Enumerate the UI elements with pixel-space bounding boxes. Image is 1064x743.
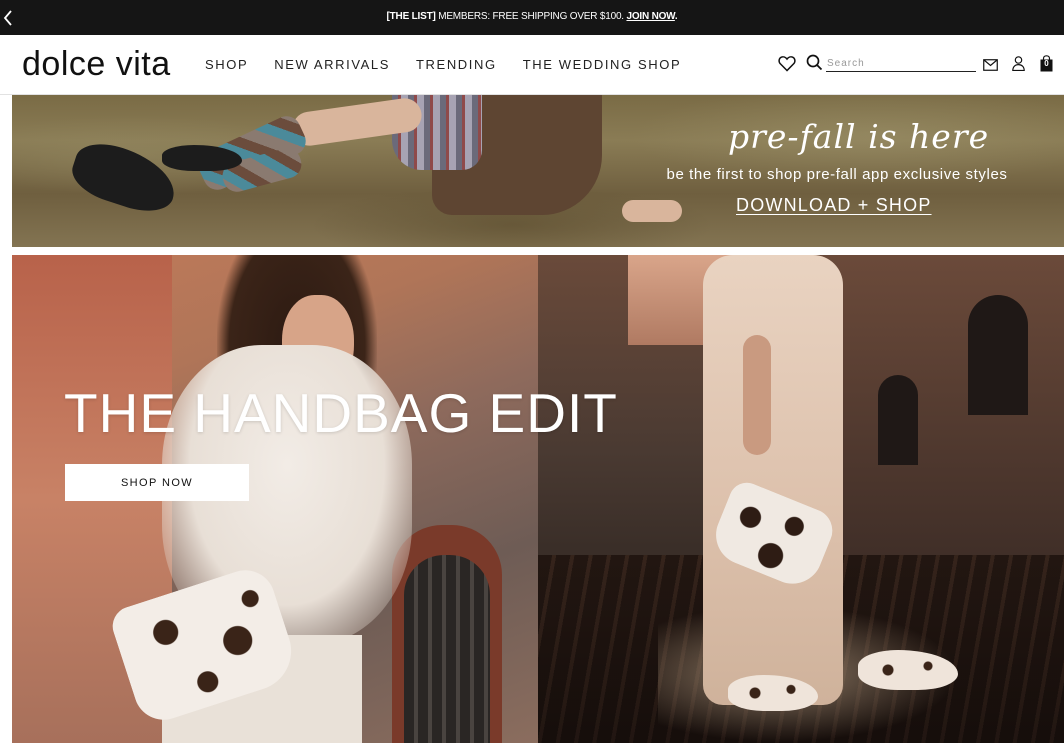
nav-item-new-arrivals[interactable]: NEW ARRIVALS: [274, 57, 390, 72]
announcement-lead: [THE LIST]: [386, 11, 436, 22]
prefall-title: pre-fall is here: [728, 117, 990, 156]
bag-count: 0: [1044, 59, 1049, 68]
nav-item-trending[interactable]: TRENDING: [416, 57, 497, 72]
join-now-link[interactable]: JOIN NOW: [626, 11, 675, 22]
download-shop-link[interactable]: DOWNLOAD + SHOP: [736, 195, 932, 216]
search-icon[interactable]: [806, 54, 823, 76]
nav-item-wedding-shop[interactable]: THE WEDDING SHOP: [523, 57, 682, 72]
announcement-tail: .: [674, 11, 678, 22]
user-icon[interactable]: [1012, 56, 1025, 76]
lace-dress-shape: [703, 255, 843, 705]
announcement-text: MEMBERS: FREE SHIPPING OVER $100.: [435, 11, 627, 22]
nav-item-shop[interactable]: SHOP: [205, 57, 248, 72]
announcement-bar: [THE LIST] MEMBERS: FREE SHIPPING OVER $…: [0, 0, 1064, 35]
building-shape: [838, 255, 1064, 585]
handbag-edit-title: THE HANDBAG EDIT: [64, 382, 618, 444]
announcement-message: [THE LIST] MEMBERS: FREE SHIPPING OVER $…: [0, 11, 1064, 22]
window-shape: [878, 375, 918, 465]
shopping-bag-icon[interactable]: 0: [1040, 55, 1053, 77]
handbag-photo-right: [538, 255, 1064, 743]
door-gate-shape: [404, 555, 490, 743]
prefall-subtitle: be the first to shop pre-fall app exclus…: [666, 166, 1008, 183]
mail-icon[interactable]: [983, 58, 998, 76]
site-header: dolce vita SHOP NEW ARRIVALS TRENDING TH…: [0, 35, 1064, 95]
window-shape: [968, 295, 1028, 415]
handbag-banner[interactable]: THE HANDBAG EDIT SHOP NOW: [12, 255, 1064, 743]
shop-now-button[interactable]: SHOP NOW: [65, 464, 249, 501]
search-input[interactable]: [826, 55, 976, 72]
brand-logo[interactable]: dolce vita: [22, 45, 171, 84]
prefall-banner[interactable]: pre-fall is here be the first to shop pr…: [12, 95, 1064, 247]
main-nav: SHOP NEW ARRIVALS TRENDING THE WEDDING S…: [205, 57, 707, 72]
hand-shape: [622, 200, 682, 222]
arm-shape: [743, 335, 771, 455]
heart-icon[interactable]: [778, 55, 796, 77]
